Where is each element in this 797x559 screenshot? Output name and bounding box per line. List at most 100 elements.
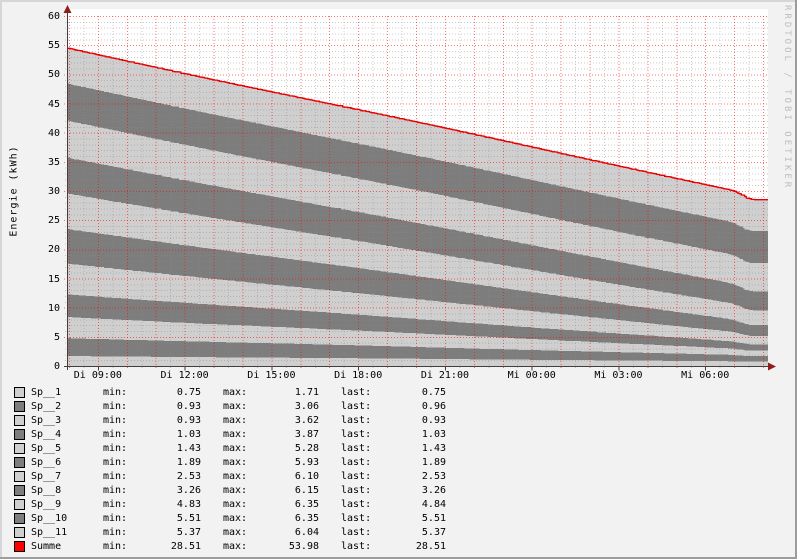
last-value: 0.93 <box>371 415 446 426</box>
legend-row: Summe min: 28.51 max: 53.98 last: 28.51 <box>14 539 446 553</box>
last-label: last: <box>341 401 371 412</box>
min-label: min: <box>103 457 127 468</box>
legend-swatch <box>14 485 25 496</box>
max-label: max: <box>223 429 247 440</box>
max-value: 5.28 <box>247 443 319 454</box>
max-label: max: <box>223 443 247 454</box>
series-name: Sp__10 <box>31 513 103 524</box>
y-tick-label: 15 <box>30 274 60 285</box>
max-value: 6.10 <box>247 471 319 482</box>
legend-swatch <box>14 443 25 454</box>
last-label: last: <box>341 499 371 510</box>
min-value: 5.37 <box>127 527 201 538</box>
last-label: last: <box>341 457 371 468</box>
y-axis-title: Energie (kWh) <box>9 145 20 236</box>
min-label: min: <box>103 401 127 412</box>
min-label: min: <box>103 485 127 496</box>
legend-row: Sp__4 min: 1.03 max: 3.87 last: 1.03 <box>14 427 446 441</box>
min-label: min: <box>103 415 127 426</box>
last-value: 5.51 <box>371 513 446 524</box>
rrdtool-watermark: RRDTOOL / TOBI OETIKER <box>782 5 792 190</box>
legend-swatch <box>14 541 25 552</box>
legend-swatch <box>14 401 25 412</box>
max-value: 3.06 <box>247 401 319 412</box>
legend-swatch <box>14 415 25 426</box>
series-name: Sp__6 <box>31 457 103 468</box>
max-value: 5.93 <box>247 457 319 468</box>
max-label: max: <box>223 513 247 524</box>
max-label: max: <box>223 541 247 552</box>
legend-row: Sp__1 min: 0.75 max: 1.71 last: 0.75 <box>14 385 446 399</box>
last-value: 1.89 <box>371 457 446 468</box>
legend-row: Sp__7 min: 2.53 max: 6.10 last: 2.53 <box>14 469 446 483</box>
max-value: 53.98 <box>247 541 319 552</box>
last-label: last: <box>341 443 371 454</box>
legend-swatch <box>14 471 25 482</box>
legend-swatch <box>14 457 25 468</box>
x-tick-label: Di 12:00 <box>155 370 215 381</box>
last-value: 0.75 <box>371 387 446 398</box>
series-name: Sp__1 <box>31 387 103 398</box>
last-label: last: <box>341 415 371 426</box>
series-name: Sp__2 <box>31 401 103 412</box>
y-tick-label: 55 <box>30 40 60 51</box>
min-label: min: <box>103 513 127 524</box>
max-label: max: <box>223 415 247 426</box>
min-value: 1.43 <box>127 443 201 454</box>
max-value: 1.71 <box>247 387 319 398</box>
legend-row: Sp__9 min: 4.83 max: 6.35 last: 4.84 <box>14 497 446 511</box>
legend-row: Sp__11 min: 5.37 max: 6.04 last: 5.37 <box>14 525 446 539</box>
max-label: max: <box>223 471 247 482</box>
legend-row: Sp__8 min: 3.26 max: 6.15 last: 3.26 <box>14 483 446 497</box>
last-label: last: <box>341 485 371 496</box>
min-label: min: <box>103 499 127 510</box>
last-label: last: <box>341 513 371 524</box>
max-value: 3.87 <box>247 429 319 440</box>
last-value: 2.53 <box>371 471 446 482</box>
min-value: 0.93 <box>127 401 201 412</box>
y-tick-label: 45 <box>30 99 60 110</box>
legend-swatch <box>14 429 25 440</box>
last-value: 0.96 <box>371 401 446 412</box>
min-value: 0.75 <box>127 387 201 398</box>
last-value: 1.03 <box>371 429 446 440</box>
y-tick-label: 20 <box>30 244 60 255</box>
legend: Sp__1 min: 0.75 max: 1.71 last: 0.75 Sp_… <box>14 385 446 553</box>
last-label: last: <box>341 387 371 398</box>
last-value: 1.43 <box>371 443 446 454</box>
min-value: 28.51 <box>127 541 201 552</box>
last-value: 3.26 <box>371 485 446 496</box>
y-tick-label: 0 <box>30 361 60 372</box>
x-axis-arrow-icon <box>768 363 776 371</box>
y-tick-label: 50 <box>30 69 60 80</box>
min-label: min: <box>103 387 127 398</box>
series-name: Sp__4 <box>31 429 103 440</box>
max-label: max: <box>223 457 247 468</box>
max-value: 3.62 <box>247 415 319 426</box>
min-value: 5.51 <box>127 513 201 524</box>
last-value: 5.37 <box>371 527 446 538</box>
legend-row: Sp__5 min: 1.43 max: 5.28 last: 1.43 <box>14 441 446 455</box>
series-name: Sp__11 <box>31 527 103 538</box>
min-label: min: <box>103 541 127 552</box>
min-value: 1.03 <box>127 429 201 440</box>
x-tick-label: Di 09:00 <box>68 370 128 381</box>
min-value: 3.26 <box>127 485 201 496</box>
min-value: 2.53 <box>127 471 201 482</box>
max-label: max: <box>223 485 247 496</box>
last-label: last: <box>341 527 371 538</box>
min-value: 1.89 <box>127 457 201 468</box>
series-name: Sp__9 <box>31 499 103 510</box>
y-tick-label: 30 <box>30 186 60 197</box>
legend-row: Sp__6 min: 1.89 max: 5.93 last: 1.89 <box>14 455 446 469</box>
series-name: Sp__5 <box>31 443 103 454</box>
last-label: last: <box>341 541 371 552</box>
max-value: 6.35 <box>247 499 319 510</box>
max-value: 6.35 <box>247 513 319 524</box>
x-tick-label: Di 18:00 <box>328 370 388 381</box>
max-label: max: <box>223 401 247 412</box>
legend-swatch <box>14 387 25 398</box>
last-value: 28.51 <box>371 541 446 552</box>
legend-row: Sp__10 min: 5.51 max: 6.35 last: 5.51 <box>14 511 446 525</box>
series-name: Sp__8 <box>31 485 103 496</box>
